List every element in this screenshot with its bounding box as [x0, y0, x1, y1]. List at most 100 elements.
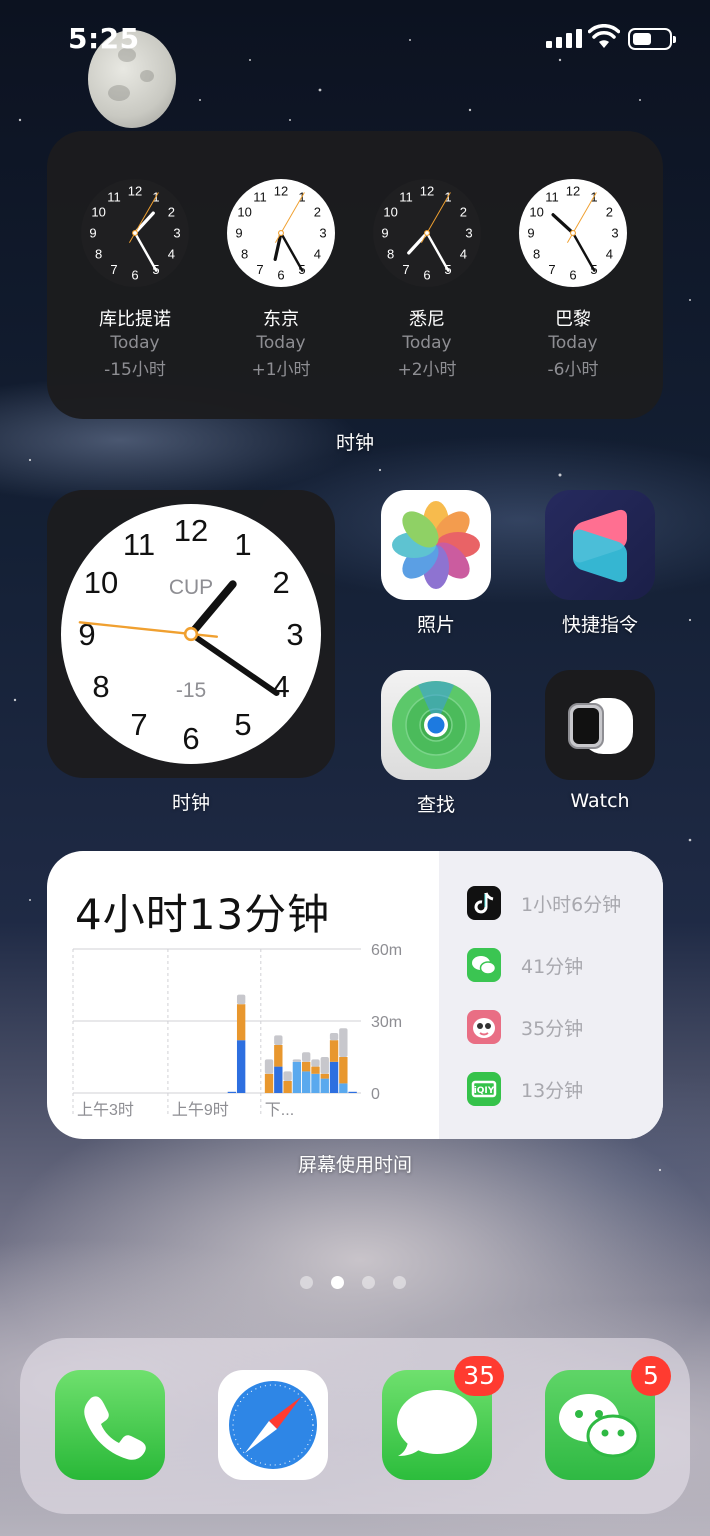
chart-bar-segment — [302, 1071, 311, 1093]
clock-day: Today — [256, 333, 306, 353]
clock-center — [132, 230, 138, 236]
clock-numeral: 7 — [548, 262, 555, 277]
clock-numeral: 12 — [274, 184, 288, 199]
clock-numeral: 10 — [84, 565, 118, 600]
chart-bar-segment — [320, 1057, 329, 1074]
clock-day: Today — [110, 333, 160, 353]
chart-bar-segment — [236, 1004, 246, 1041]
world-clock-widget[interactable]: 123456789101112 库比提诺 Today -15小时 1234567… — [47, 131, 663, 419]
clock-numeral: 12 — [420, 184, 434, 199]
page-dot[interactable] — [300, 1276, 313, 1289]
chart-bar-segment — [320, 1073, 329, 1079]
clock-city: 悉尼 — [409, 309, 445, 330]
clock-city-code: CUP — [169, 576, 213, 599]
clock-numeral: 6 — [182, 721, 199, 756]
shortcuts-app[interactable]: 快捷指令 — [545, 490, 655, 637]
app-label: 照片 — [416, 614, 455, 636]
chart-bar-segment — [264, 1073, 274, 1093]
clock-day: Today — [402, 333, 452, 353]
clock-city: 库比提诺 — [99, 309, 171, 330]
status-time: 5:25 — [68, 22, 140, 55]
screen-time-app-row: 1小时6分钟 — [467, 886, 621, 920]
wechat-icon — [467, 948, 501, 982]
clock-city: 巴黎 — [555, 309, 591, 330]
clock-offset: +2小时 — [397, 360, 457, 380]
clock-numeral: 2 — [272, 565, 289, 600]
page-dot[interactable] — [393, 1276, 406, 1289]
clock-widget-large[interactable]: 1 2 3 4 5 6 7 8 9 10 11 12 CUP -15 — [47, 490, 335, 778]
chart-bar-segment — [274, 1045, 283, 1067]
chart-bar-segment — [329, 1033, 339, 1041]
phone-app[interactable] — [55, 1370, 165, 1480]
clock-offset: -15 — [176, 679, 206, 702]
chart-y-label: 60m — [371, 942, 402, 959]
chart-bar-segment — [348, 1091, 357, 1093]
clock-numeral: 12 — [128, 184, 142, 199]
messages-badge: 35 — [454, 1356, 504, 1396]
clock-numeral: 3 — [319, 226, 326, 241]
clock-numeral: 11 — [107, 189, 121, 204]
clock-numeral: 4 — [460, 247, 467, 262]
clock-widget-label: 时钟 — [171, 792, 210, 814]
clock-offset: -15小时 — [104, 360, 166, 380]
chart-bar-segment — [302, 1061, 311, 1072]
chart-bar-segment — [329, 1040, 339, 1062]
page-dot-active[interactable] — [331, 1276, 344, 1289]
screen-time-app-row: iQIY 13分钟 — [467, 1072, 583, 1106]
analog-clock-face-large: 1234567891011 12CUP-15 — [61, 504, 321, 764]
chart-x-label: 上午9时 — [172, 1101, 229, 1119]
world-clock-item: 123456789101112 悉尼 Today +2小时 — [367, 177, 487, 380]
world-clock-widget-label: 时钟 — [335, 432, 374, 454]
analog-clock-face: 123456789101112 — [81, 179, 189, 287]
chart-bar-segment — [264, 1059, 274, 1074]
page-indicator[interactable] — [300, 1276, 406, 1289]
chart-bar-segment — [339, 1057, 348, 1084]
clock-numeral: 7 — [256, 262, 263, 277]
clock-numeral: 8 — [533, 247, 540, 262]
clock-numeral: 2 — [606, 205, 613, 220]
clock-numeral: 12 — [174, 513, 208, 548]
chart-x-label: 下... — [265, 1102, 294, 1119]
clock-numeral: 11 — [253, 189, 267, 204]
clock-numeral: 4 — [168, 247, 175, 262]
clock-numeral: 7 — [402, 262, 409, 277]
messages-app[interactable]: 35 — [382, 1356, 504, 1480]
photos-app[interactable]: 照片 — [381, 490, 491, 637]
analog-clock-face: 123456789101112 — [519, 179, 627, 287]
app-label: 快捷指令 — [561, 614, 638, 636]
chart-bar-segment — [339, 1028, 348, 1057]
clock-numeral: 11 — [399, 189, 413, 204]
app-usage-value: 13分钟 — [521, 1079, 584, 1102]
find-my-app[interactable]: 查找 — [381, 670, 491, 817]
screen-time-app-row: 41分钟 — [467, 948, 583, 982]
clock-numeral: 6 — [569, 268, 576, 283]
clock-numeral: 11 — [123, 527, 155, 562]
chart-bar-segment — [236, 1040, 246, 1093]
chart-bar-segment — [329, 1061, 339, 1093]
clock-numeral: 2 — [168, 205, 175, 220]
chart-bar-segment — [339, 1083, 348, 1093]
clock-offset: -6小时 — [547, 360, 599, 380]
screen-time-app-row: 35分钟 — [467, 1010, 583, 1044]
watch-app[interactable]: Watch — [545, 670, 655, 812]
clock-numeral: 7 — [110, 262, 117, 277]
clock-center — [278, 230, 284, 236]
world-clock-item: 123456789101112 巴黎 Today -6小时 — [513, 177, 633, 380]
app-label: Watch — [570, 790, 630, 812]
app-usage-value: 35分钟 — [521, 1017, 584, 1040]
safari-app[interactable] — [218, 1370, 328, 1480]
wechat-badge: 5 — [631, 1356, 671, 1396]
clock-numeral: 7 — [130, 707, 147, 742]
clock-numeral: 8 — [95, 247, 102, 262]
watch-icon — [545, 670, 655, 780]
wechat-app[interactable]: 5 — [545, 1356, 671, 1480]
page-dot[interactable] — [362, 1276, 375, 1289]
clock-offset: +1小时 — [251, 360, 311, 380]
clock-numeral: 9 — [235, 226, 242, 241]
clock-numeral: 2 — [314, 205, 321, 220]
analog-clock-face: 123456789101112 — [373, 179, 481, 287]
clock-numeral: 8 — [241, 247, 248, 262]
chart-bar-segment — [283, 1071, 292, 1081]
clock-city: 东京 — [263, 309, 299, 330]
clock-numeral: 1 — [234, 527, 251, 562]
